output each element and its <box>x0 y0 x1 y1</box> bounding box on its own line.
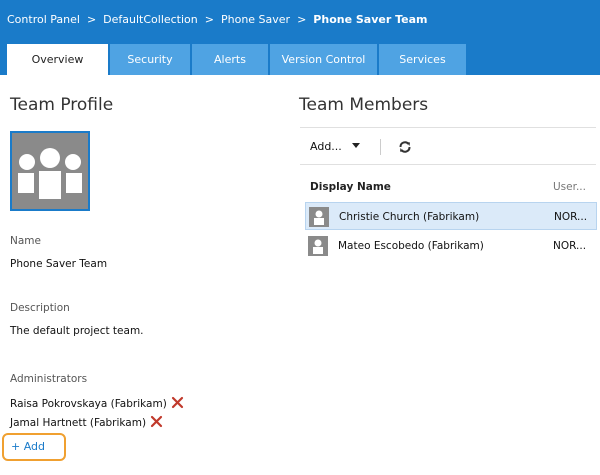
header-bar: Control Panel > DefaultCollection > Phone Sa… <box>0 0 600 76</box>
breadcrumb: Control Panel > DefaultCollection > Phone Sa… <box>7 13 428 26</box>
add-member-label: Add... <box>310 140 342 153</box>
chevron-down-icon <box>351 143 360 148</box>
tab-alerts[interactable]: Alerts <box>192 44 268 75</box>
team-name-value: Phone Saver Team <box>10 258 108 270</box>
member-user: NOR... <box>554 211 588 223</box>
breadcrumb-item-project[interactable]: Phone Saver <box>221 13 290 26</box>
breadcrumb-item-collection[interactable]: DefaultCollection <box>103 13 198 26</box>
breadcrumb-separator: > <box>297 13 307 26</box>
user-icon <box>309 207 329 227</box>
administrator-item: Jamal Hartnett (Fabrikam) <box>10 415 163 431</box>
user-icon <box>308 236 328 256</box>
description-label: Description <box>10 302 70 314</box>
member-user: NOR... <box>553 240 587 252</box>
breadcrumb-separator: > <box>204 13 214 26</box>
name-label: Name <box>10 235 41 247</box>
members-toolbar: Add... <box>300 127 596 165</box>
breadcrumb-separator: > <box>86 13 97 26</box>
member-row[interactable]: Christie Church (Fabrikam) NOR... <box>305 202 597 230</box>
team-members-heading: Team Members <box>299 95 429 115</box>
tab-services[interactable]: Services <box>379 44 466 75</box>
breadcrumb-item-control-panel[interactable]: Control Panel <box>7 13 80 26</box>
team-description-value: The default project team. <box>10 325 144 337</box>
team-avatar-icon <box>10 131 90 211</box>
member-row[interactable]: Mateo Escobedo (Fabrikam) NOR... <box>305 232 597 260</box>
column-header-user[interactable]: User... <box>553 181 586 193</box>
administrator-item: Raisa Pokrovskaya (Fabrikam) <box>10 396 184 412</box>
team-profile-heading: Team Profile <box>10 95 114 115</box>
toolbar-separator <box>380 139 381 155</box>
breadcrumb-current: Phone Saver Team <box>313 13 428 26</box>
remove-icon[interactable] <box>150 415 163 431</box>
member-name: Mateo Escobedo (Fabrikam) <box>338 240 484 252</box>
administrator-name: Raisa Pokrovskaya (Fabrikam) <box>10 398 167 410</box>
add-member-button[interactable]: Add... <box>310 140 360 153</box>
tab-overview[interactable]: Overview <box>7 44 108 76</box>
remove-icon[interactable] <box>171 396 184 412</box>
tab-version-control[interactable]: Version Control <box>270 44 377 75</box>
member-name: Christie Church (Fabrikam) <box>339 211 480 223</box>
column-header-display-name[interactable]: Display Name <box>310 181 391 193</box>
add-administrator-link[interactable]: + Add <box>2 433 66 461</box>
administrators-label: Administrators <box>10 373 88 385</box>
tab-security[interactable]: Security <box>110 44 190 75</box>
refresh-icon[interactable] <box>397 139 413 159</box>
administrator-name: Jamal Hartnett (Fabrikam) <box>10 417 147 429</box>
